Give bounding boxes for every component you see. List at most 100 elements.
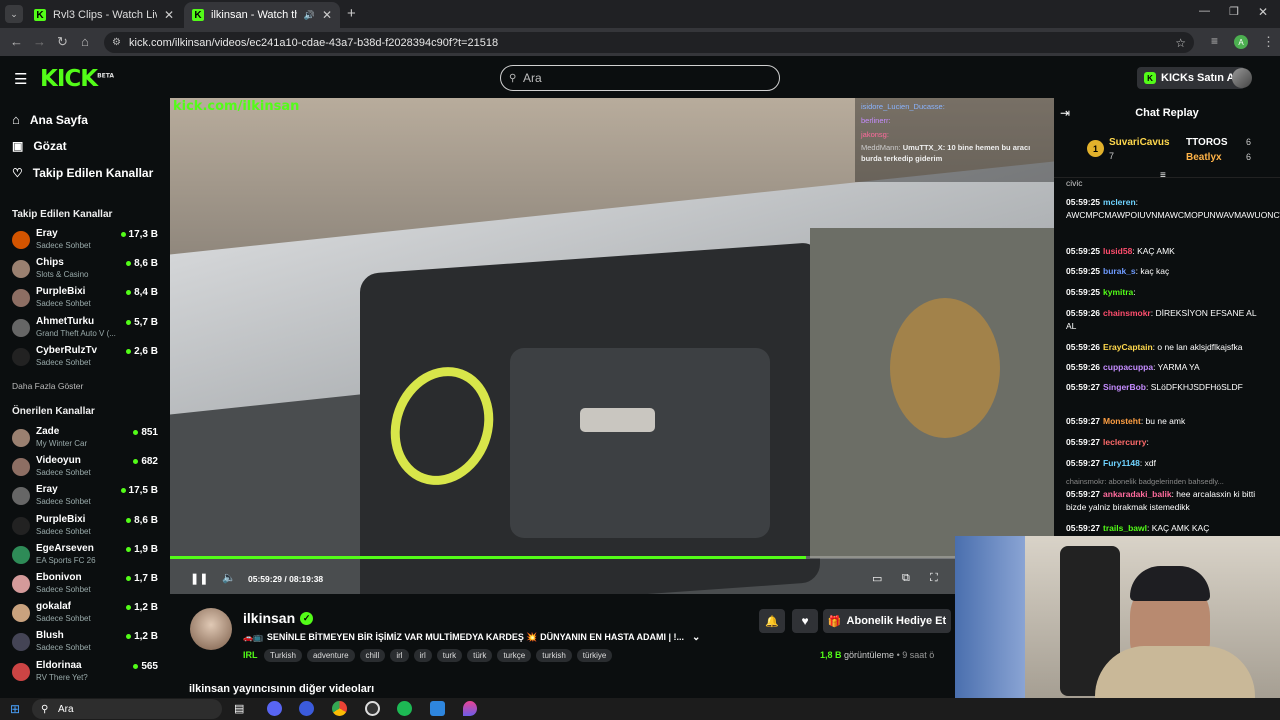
recommended-channel-item[interactable]: Blush Sadece Sohbet 1,2 B: [12, 630, 162, 658]
followed-channel-item[interactable]: PurpleBixi Sadece Sohbet 8,4 B: [12, 286, 162, 314]
expand-title-icon[interactable]: ⌄: [692, 632, 700, 643]
chat-username[interactable]: chainsmokr: [1103, 308, 1151, 318]
chat-username[interactable]: lusid58: [1103, 246, 1132, 256]
buy-kicks-button[interactable]: K KICKs Satın Al: [1137, 67, 1245, 89]
site-info-icon[interactable]: ⚙: [112, 37, 121, 48]
back-icon[interactable]: ←: [10, 34, 23, 49]
tag-pill[interactable]: chill: [359, 649, 386, 662]
fullscreen-icon[interactable]: ⛶: [930, 572, 938, 585]
new-tab-button[interactable]: +: [347, 5, 356, 22]
app-icon-2[interactable]: [430, 701, 445, 716]
obs-icon[interactable]: [365, 701, 380, 716]
theater-mode-icon[interactable]: ▭: [872, 572, 882, 585]
tag-pill[interactable]: turk: [436, 649, 463, 662]
channel-avatar[interactable]: [190, 608, 232, 650]
recommended-channel-item[interactable]: gokalaf Sadece Sohbet 1,2 B: [12, 601, 162, 629]
home-button-icon[interactable]: ⌂: [81, 34, 89, 49]
recommended-channel-item[interactable]: Eldorinaa RV There Yet? 565: [12, 660, 162, 688]
tab-list-button[interactable]: ⌄: [5, 5, 23, 23]
pinned-chevron-icon[interactable]: ≡: [1160, 170, 1166, 181]
recommended-channel-item[interactable]: EgeArseven EA Sports FC 26 1,9 B: [12, 543, 162, 571]
chat-username[interactable]: SingerBob: [1103, 382, 1146, 392]
followed-channel-item[interactable]: Eray Sadece Sohbet 17,3 B: [12, 228, 162, 256]
followed-channel-item[interactable]: AhmetTurku Grand Theft Auto V (... 5,7 B: [12, 316, 162, 344]
profile-avatar-icon[interactable]: A: [1234, 35, 1248, 49]
browser-tab-2-active[interactable]: K ilkinsan - Watch the VOD on Kick 🔊 ✕: [184, 2, 340, 28]
chat-username[interactable]: kymitra: [1103, 287, 1133, 297]
video-progress-track[interactable]: [170, 556, 1054, 559]
hamburger-menu-icon[interactable]: ☰: [14, 70, 27, 88]
chat-username[interactable]: ErayCaptain: [1103, 342, 1153, 352]
close-tab-icon[interactable]: ✕: [164, 8, 174, 22]
search-input[interactable]: ⚲ Ara: [500, 65, 780, 91]
sidebar-nav-following[interactable]: ♡ Takip Edilen Kanallar: [12, 166, 153, 180]
show-more-link[interactable]: Daha Fazla Göster: [12, 381, 83, 391]
spotify-icon[interactable]: [397, 701, 412, 716]
sidebar-nav-browse[interactable]: ▣ Gözat: [12, 139, 67, 153]
channel-category: Slots & Casino: [36, 270, 89, 280]
leaderboard-user[interactable]: SuvariCavus: [1109, 137, 1170, 148]
recommended-channel-item[interactable]: Videoyun Sadece Sohbet 682: [12, 455, 162, 483]
tag-pill[interactable]: Turkish: [264, 649, 302, 662]
volume-icon[interactable]: 🔈: [222, 571, 236, 584]
tag-pill[interactable]: turkçe: [497, 649, 532, 662]
play-pause-icon[interactable]: ❚❚: [190, 572, 208, 585]
chat-timestamp: 05:59:27: [1066, 437, 1101, 447]
gift-subscription-button[interactable]: 🎁 Abonelik Hediye Et: [823, 609, 951, 633]
taskbar-search-input[interactable]: ⚲ Ara: [32, 699, 222, 719]
sidebar-nav-home[interactable]: ⌂ Ana Sayfa: [12, 112, 88, 127]
app-icon[interactable]: [299, 701, 314, 716]
restore-icon[interactable]: ❐: [1229, 5, 1239, 18]
tag-pill[interactable]: türk: [467, 649, 493, 662]
close-window-icon[interactable]: ✕: [1258, 5, 1268, 19]
leaderboard-user[interactable]: Beatlyx: [1186, 152, 1222, 163]
close-tab-icon[interactable]: ✕: [322, 8, 332, 22]
media-controls-icon[interactable]: ≡: [1211, 34, 1218, 48]
audio-icon[interactable]: 🔊: [304, 10, 315, 21]
channel-avatar: [12, 575, 30, 593]
chat-username[interactable]: cuppacuppa: [1103, 362, 1153, 372]
live-dot-icon: [126, 348, 132, 354]
browser-menu-icon[interactable]: ⋮: [1262, 34, 1275, 50]
leaderboard-user[interactable]: TTOROS: [1186, 137, 1227, 148]
channel-avatar: [12, 633, 30, 652]
followed-channel-item[interactable]: Chips Slots & Casino 8,6 B: [12, 257, 162, 285]
minimize-icon[interactable]: —: [1199, 5, 1210, 17]
chat-username[interactable]: leclercurry: [1103, 437, 1146, 447]
discord-icon[interactable]: [267, 701, 282, 716]
kick-logo[interactable]: KICKBETA: [40, 66, 114, 92]
channel-name[interactable]: ilkinsan ✓: [243, 610, 314, 626]
forward-icon[interactable]: →: [33, 34, 46, 49]
chat-username[interactable]: mcleren: [1103, 197, 1136, 207]
browser-tab-1[interactable]: K Rvl3 Clips - Watch Live on Kick ✕: [26, 2, 182, 28]
notification-bell-button[interactable]: 🔔: [759, 609, 785, 633]
chat-username[interactable]: Fury1148: [1103, 458, 1140, 468]
tag-pill[interactable]: turkish: [536, 649, 572, 662]
follow-heart-button[interactable]: ♥: [792, 609, 818, 633]
app-icon-3[interactable]: [463, 701, 477, 716]
recommended-channel-item[interactable]: Eray Sadece Sohbet 17,5 B: [12, 484, 162, 512]
followed-channel-item[interactable]: CyberRulzTv Sadece Sohbet 2,6 B: [12, 345, 162, 373]
chat-username[interactable]: ankaradaki_balik: [1103, 489, 1172, 499]
user-avatar[interactable]: [1232, 68, 1252, 88]
address-bar[interactable]: ⚙ kick.com/ilkinsan/videos/ec241a10-cdae…: [104, 32, 1194, 53]
channel-avatar: [12, 429, 30, 447]
tag-pill[interactable]: adventure: [306, 649, 355, 662]
bookmark-star-icon[interactable]: ☆: [1175, 36, 1186, 50]
pip-icon[interactable]: ⧉: [902, 572, 910, 585]
recommended-channel-item[interactable]: Ebonivon Sadece Sohbet 1,7 B: [12, 572, 162, 600]
recommended-channel-item[interactable]: PurpleBixi Sadece Sohbet 8,6 B: [12, 514, 162, 542]
recommended-channel-item[interactable]: Zade My Winter Car 851: [12, 426, 162, 454]
windows-start-icon[interactable]: ⊞: [10, 702, 20, 716]
video-player[interactable]: kick.com/ilkinsan isidore_Lucien_Ducasse…: [170, 98, 1054, 594]
chrome-icon[interactable]: [332, 701, 347, 716]
tag-pill[interactable]: irl: [390, 649, 409, 662]
reload-icon[interactable]: ↻: [57, 34, 68, 50]
task-view-icon[interactable]: ▤: [234, 702, 244, 715]
tag-pill[interactable]: irl: [413, 649, 432, 662]
chat-username[interactable]: Monsteht: [1103, 416, 1141, 426]
tag-pill[interactable]: türkiye: [576, 649, 613, 662]
chat-username[interactable]: burak_s: [1103, 266, 1136, 276]
stream-category[interactable]: IRL: [243, 650, 258, 660]
chat-username[interactable]: trails_bawl: [1103, 523, 1147, 533]
